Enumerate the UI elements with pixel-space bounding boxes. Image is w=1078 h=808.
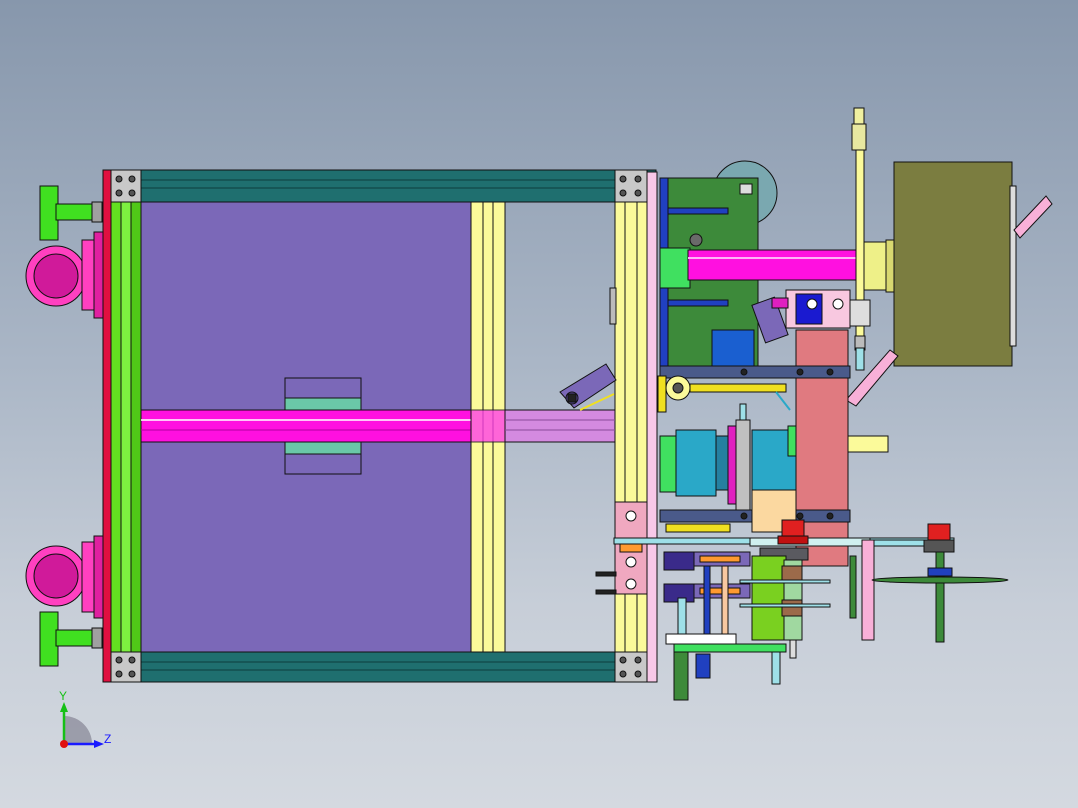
- feed-spindle: [849, 523, 1009, 643]
- z-axis-arrow: [94, 740, 104, 748]
- stepper-motor-right: [751, 425, 797, 533]
- z-axis-label: Z: [104, 732, 111, 746]
- caster-bottom: [25, 535, 109, 667]
- triad-quadrant: [64, 716, 92, 744]
- y-axis-label: Y: [59, 689, 67, 703]
- coordinate-triad: Y Z: [59, 689, 111, 748]
- y-axis-arrow: [60, 702, 68, 712]
- caster-top: [25, 185, 109, 319]
- machine-assembly-drawing: Y Z: [25, 107, 1053, 748]
- stepper-motor-left: [659, 419, 751, 511]
- valve-block: [771, 289, 871, 329]
- tension-pulley: [657, 375, 791, 427]
- lever-arm: [559, 287, 617, 411]
- drive-motor: [893, 161, 1053, 367]
- side-bracket: [595, 501, 648, 595]
- origin-dot: [60, 740, 68, 748]
- cad-viewport[interactable]: Y Z: [0, 0, 1078, 808]
